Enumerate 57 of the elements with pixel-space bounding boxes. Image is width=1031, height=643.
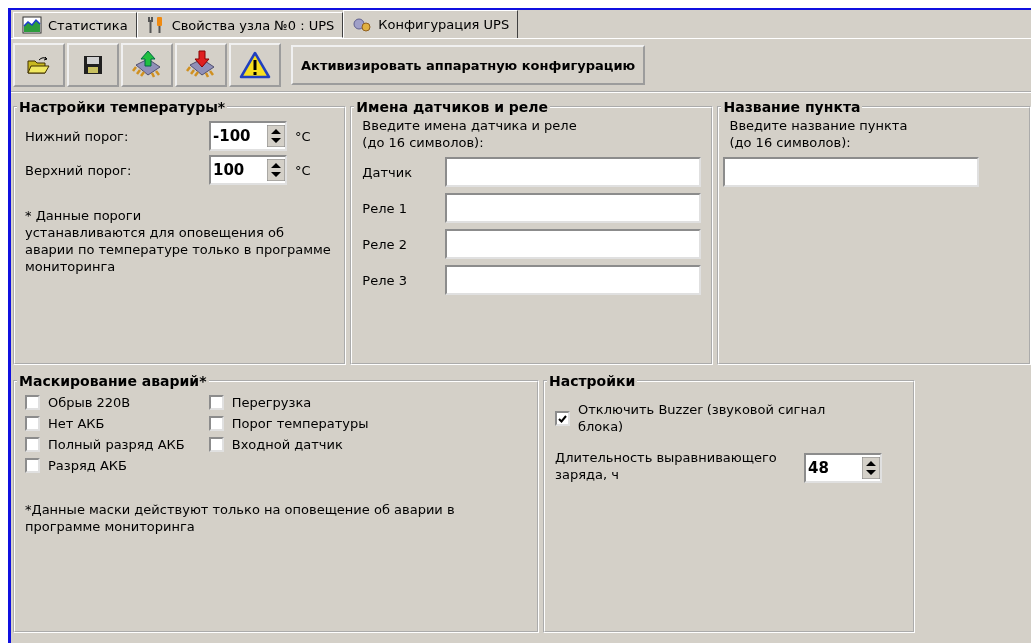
unit-label: °C [295, 128, 311, 144]
spin-buttons[interactable] [862, 457, 880, 479]
activate-button[interactable]: Активизировать аппаратную конфигурацию [291, 45, 646, 85]
checkbox-label: Полный разряд АКБ [48, 437, 185, 452]
hint-text: Введите имена датчика и реле (до 16 символов): [362, 117, 578, 151]
checkmark-icon [558, 414, 567, 423]
spin-buttons[interactable] [267, 125, 285, 147]
text-field[interactable] [445, 229, 702, 259]
checkbox[interactable] [25, 458, 40, 473]
field-label: Реле 3 [362, 272, 407, 288]
spin-field[interactable]: 48 [804, 453, 882, 483]
checkbox[interactable] [555, 411, 570, 426]
checkbox-label: Порог температуры [231, 416, 369, 431]
text-field[interactable] [723, 157, 980, 187]
group-title: Название пункта [722, 99, 862, 115]
warning-icon [239, 51, 271, 79]
tab[interactable]: Конфигурация UPS [343, 10, 519, 38]
tab[interactable]: Свойства узла №0 : UPS [136, 12, 344, 38]
text-field[interactable] [445, 193, 702, 223]
note-text: *Данные маски действуют только на оповещение об аварии в программе мониторинга [25, 501, 456, 535]
spin-buttons[interactable] [267, 159, 285, 181]
hint-text: Введите название пункта (до 16 символов): [729, 117, 909, 151]
checkbox[interactable] [25, 395, 40, 410]
checkbox[interactable] [208, 395, 224, 410]
toolbar-button[interactable] [229, 43, 281, 87]
spin-field[interactable]: -100 [209, 121, 287, 151]
checkbox[interactable] [25, 416, 40, 431]
toolbar-button[interactable] [175, 43, 227, 87]
chart-icon [22, 16, 42, 34]
text-field[interactable] [445, 157, 702, 187]
field-label: Длительность выравнивающего заряда, ч [555, 449, 778, 483]
checkbox[interactable] [208, 416, 224, 431]
checkbox-label: Обрыв 220В [48, 395, 131, 410]
field-label: Нижний порог: [25, 128, 130, 144]
spin-field[interactable]: 100 [209, 155, 287, 185]
group-title: Настройки [548, 373, 637, 389]
checkbox-label: Разряд АКБ [48, 458, 127, 473]
checkbox[interactable] [208, 437, 224, 452]
checkbox-label: Отключить Buzzer (звуковой сигнал блока) [578, 401, 827, 435]
checkbox[interactable] [25, 437, 40, 452]
field-label: Реле 1 [362, 200, 407, 216]
open-folder-icon [27, 55, 51, 75]
unit-label: °C [295, 162, 311, 178]
field-label: Реле 2 [362, 236, 407, 252]
note-text: * Данные пороги устанавливаются для оповещения об аварии по температуре только в программе мониторинга [25, 207, 332, 275]
group-title: Маскирование аварий* [18, 373, 208, 389]
field-label: Датчик [362, 164, 413, 180]
checkbox-label: Нет АКБ [48, 416, 105, 431]
group-title: Имена датчиков и реле [355, 99, 550, 115]
checkbox-label: Перегрузка [231, 395, 312, 410]
text-field[interactable] [445, 265, 702, 295]
checkbox-label: Входной датчик [231, 437, 343, 452]
group-title: Настройки температуры* [18, 99, 227, 115]
tab[interactable]: Статистика [13, 12, 137, 38]
toolbar-button[interactable] [67, 43, 119, 87]
gears-icon [352, 15, 373, 34]
field-label: Верхний порог: [25, 162, 133, 178]
